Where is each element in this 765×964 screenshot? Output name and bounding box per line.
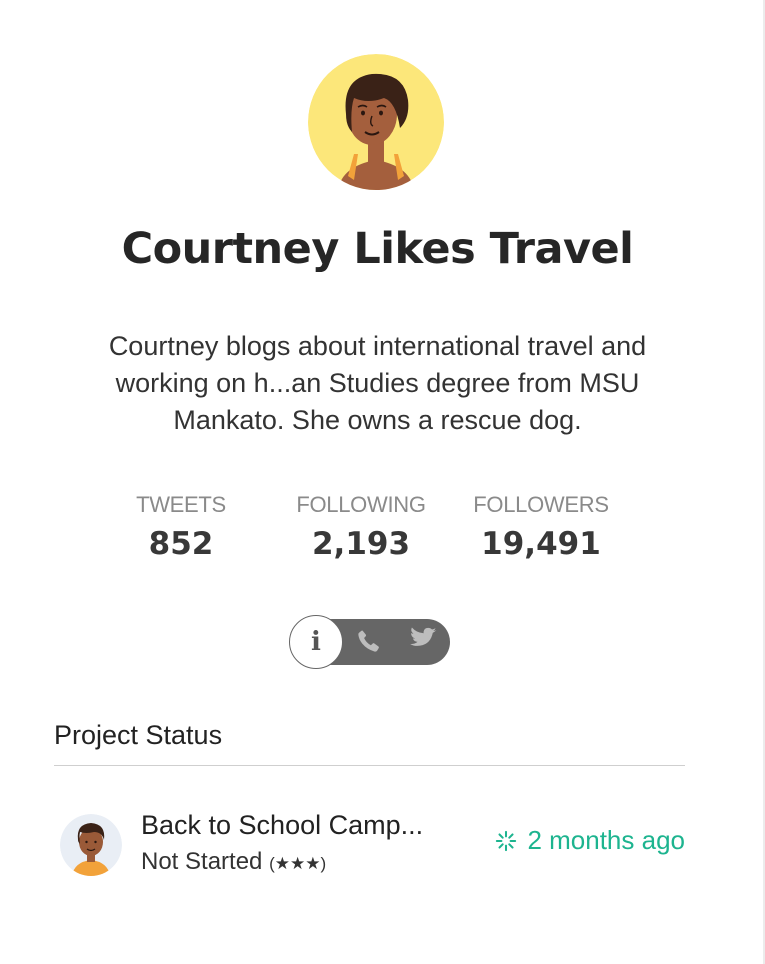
twitter-bird-icon[interactable] <box>404 627 438 655</box>
phone-icon[interactable] <box>355 627 383 655</box>
profile-avatar <box>308 54 444 190</box>
project-owner-avatar <box>60 814 122 876</box>
stat-tweets[interactable]: TWEETS 852 <box>91 492 271 562</box>
project-status: Not Started (★★★) <box>141 848 326 876</box>
project-updated-text: 2 months ago <box>527 825 685 855</box>
project-name[interactable]: Back to School Camp... <box>141 810 423 841</box>
stat-following-value: 2,193 <box>311 526 411 562</box>
project-list-item[interactable]: Back to School Camp... Not Started (★★★)… <box>54 800 685 890</box>
info-icon[interactable]: i <box>289 615 343 669</box>
stat-tweets-label: TWEETS <box>136 492 226 517</box>
profile-name: Courtney Likes Travel <box>121 224 634 274</box>
priority-stars: (★★★) <box>269 854 327 873</box>
project-status-text: Not Started <box>141 848 263 875</box>
project-updated: 2 months ago <box>495 825 685 856</box>
stat-followers-value: 19,491 <box>481 526 601 562</box>
section-divider <box>54 765 685 766</box>
stat-following[interactable]: FOLLOWING 2,193 <box>271 492 451 562</box>
stat-following-label: FOLLOWING <box>296 492 426 517</box>
stat-followers-label: FOLLOWERS <box>473 492 609 517</box>
stat-tweets-value: 852 <box>148 526 214 562</box>
stat-followers[interactable]: FOLLOWERS 19,491 <box>451 492 631 562</box>
project-status-heading: Project Status <box>54 720 223 750</box>
spinner-icon <box>496 830 517 851</box>
profile-bio: Courtney blogs about international trave… <box>108 331 647 435</box>
